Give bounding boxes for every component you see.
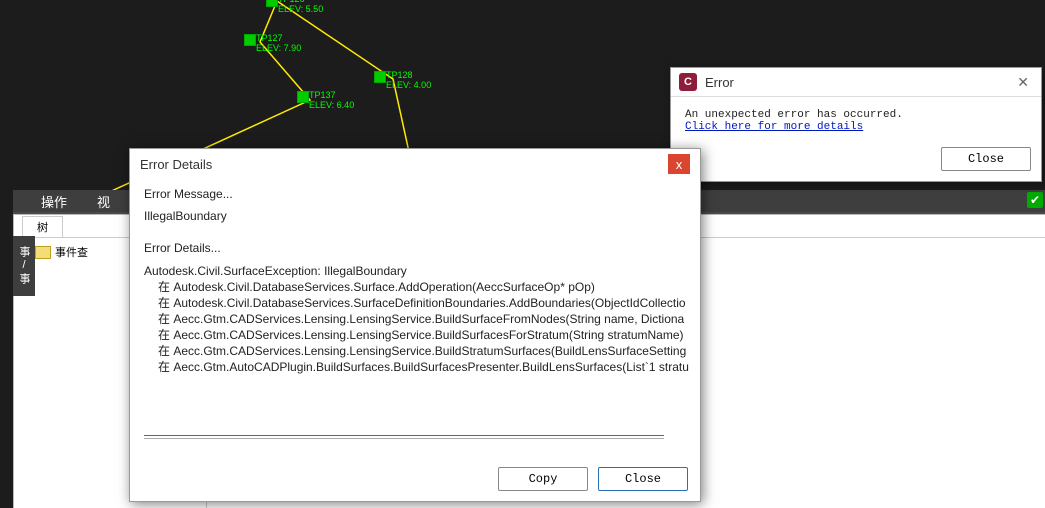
stack-line: 在 Aecc.Gtm.CADServices.Lensing.LensingSe… [144, 343, 686, 359]
exception-line: Autodesk.Civil.SurfaceException: Illegal… [144, 263, 686, 279]
stack-line: 在 Autodesk.Civil.DatabaseServices.Surfac… [144, 279, 686, 295]
scrollbar-track[interactable] [144, 435, 664, 439]
close-icon[interactable]: ✕ [1013, 74, 1033, 91]
survey-point[interactable] [266, 0, 278, 7]
panel-tab-tree[interactable]: 树 [22, 216, 63, 237]
error-dialog-title: Error [705, 75, 1013, 90]
error-message: An unexpected error has occurred. [685, 109, 1027, 121]
error-dialog: C Error ✕ An unexpected error has occurr… [670, 67, 1042, 182]
stack-line: 在 Aecc.Gtm.CADServices.Lensing.LensingSe… [144, 311, 686, 327]
close-button[interactable]: Close [598, 467, 688, 491]
app-icon: C [679, 73, 697, 91]
error-details-dialog: Error Details x Error Message... Illegal… [129, 148, 701, 502]
close-button[interactable]: Close [941, 147, 1031, 171]
survey-point[interactable] [374, 71, 386, 83]
point-label: TP128ELEV: 4.00 [386, 70, 431, 90]
folder-icon [35, 246, 51, 259]
side-tab[interactable]: 事/事 [13, 236, 35, 296]
ribbon-tab-view[interactable]: 视 [97, 192, 110, 211]
point-label: TP126ELEV: 5.50 [278, 0, 323, 14]
stack-line: 在 Autodesk.Civil.DatabaseServices.Surfac… [144, 295, 686, 311]
point-label: TP137ELEV: 6.40 [309, 90, 354, 110]
close-icon[interactable]: x [668, 154, 690, 174]
status-ok-icon: ✔ [1027, 192, 1043, 208]
error-details-header: Error Details... [144, 241, 686, 255]
survey-point[interactable] [297, 91, 309, 103]
error-message-body: IllegalBoundary [144, 209, 686, 223]
stack-line: 在 Aecc.Gtm.AutoCADPlugin.BuildSurfaces.B… [144, 359, 686, 375]
stack-line: 在 Aecc.Gtm.CADServices.Lensing.LensingSe… [144, 327, 686, 343]
copy-button[interactable]: Copy [498, 467, 588, 491]
error-details-titlebar[interactable]: Error Details x [130, 149, 700, 179]
tree-item-label: 事件查 [55, 244, 88, 260]
error-details-title: Error Details [140, 157, 668, 172]
survey-point[interactable] [244, 34, 256, 46]
error-dialog-titlebar[interactable]: C Error ✕ [671, 68, 1041, 97]
more-details-link[interactable]: Click here for more details [685, 121, 863, 133]
point-label: TP127ELEV: 7.90 [256, 33, 301, 53]
ribbon-tab-ops[interactable]: 操作 [41, 192, 67, 211]
error-message-header: Error Message... [144, 187, 686, 201]
